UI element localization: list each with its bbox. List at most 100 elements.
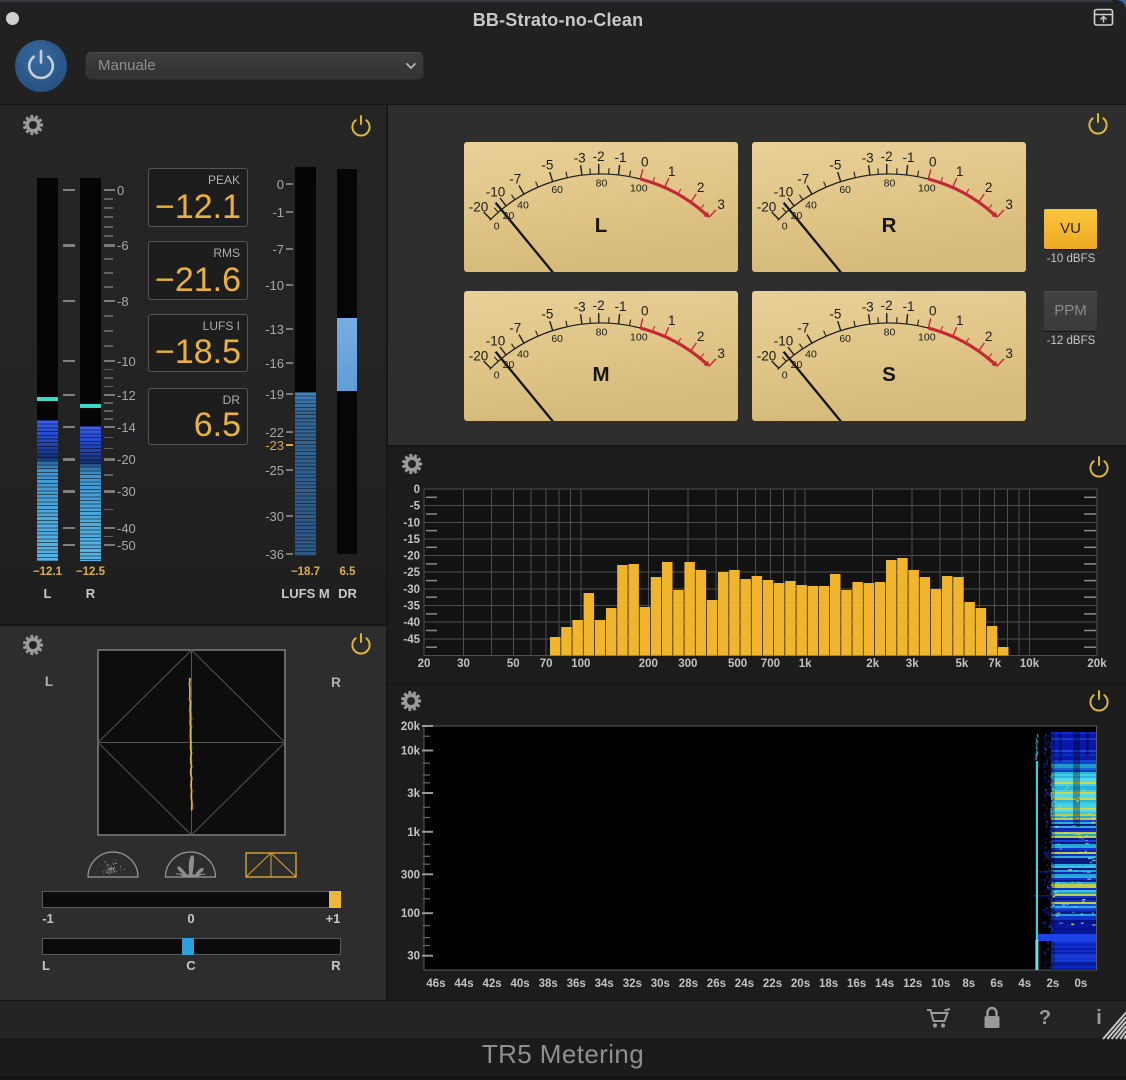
svg-text:16s: 16s (847, 978, 866, 990)
svg-text:-2: -2 (593, 149, 605, 164)
svg-text:-20: -20 (757, 348, 777, 363)
svg-text:100: 100 (918, 331, 936, 343)
svg-text:100: 100 (571, 658, 590, 670)
svg-text:-7: -7 (797, 172, 809, 187)
svg-text:1: 1 (956, 164, 964, 179)
svg-text:60: 60 (551, 184, 563, 196)
svg-text:40: 40 (805, 349, 817, 361)
svg-text:44s: 44s (454, 978, 473, 990)
svg-text:10s: 10s (931, 978, 950, 990)
svg-text:-10: -10 (774, 185, 794, 200)
svg-text:0: 0 (782, 221, 788, 233)
svg-text:-20: -20 (757, 199, 777, 214)
svg-text:3: 3 (1005, 346, 1013, 361)
svg-text:-2: -2 (881, 298, 893, 313)
svg-text:0s: 0s (1075, 978, 1088, 990)
svg-text:-20: -20 (403, 551, 420, 563)
svg-text:100: 100 (918, 182, 936, 194)
svg-text:3: 3 (1005, 197, 1013, 212)
svg-text:300: 300 (678, 658, 697, 670)
svg-text:-1: -1 (614, 150, 626, 165)
svg-text:100: 100 (630, 182, 648, 194)
svg-text:L: L (45, 674, 53, 689)
svg-text:0: 0 (641, 304, 649, 319)
svg-text:-2: -2 (881, 149, 893, 164)
svg-text:28s: 28s (679, 978, 698, 990)
svg-text:3k: 3k (407, 788, 420, 800)
svg-text:-45: -45 (403, 634, 420, 646)
svg-text:36s: 36s (567, 978, 586, 990)
svg-text:-5: -5 (829, 306, 841, 321)
svg-text:500: 500 (728, 658, 747, 670)
svg-text:30: 30 (457, 658, 470, 670)
svg-text:-1: -1 (902, 150, 914, 165)
svg-text:2: 2 (697, 180, 705, 195)
svg-text:R: R (882, 214, 897, 237)
svg-text:-7: -7 (797, 321, 809, 336)
svg-text:6s: 6s (990, 978, 1003, 990)
svg-text:46s: 46s (426, 978, 445, 990)
svg-text:3k: 3k (906, 658, 919, 670)
svg-text:80: 80 (884, 327, 896, 339)
svg-text:70: 70 (540, 658, 553, 670)
svg-text:-25: -25 (403, 567, 420, 579)
svg-text:32s: 32s (623, 978, 642, 990)
svg-text:2: 2 (985, 329, 993, 344)
svg-text:20k: 20k (401, 721, 421, 733)
svg-text:60: 60 (551, 333, 563, 345)
svg-text:0: 0 (929, 155, 937, 170)
svg-text:26s: 26s (707, 978, 726, 990)
svg-text:12s: 12s (903, 978, 922, 990)
svg-text:0: 0 (494, 221, 500, 233)
svg-text:R: R (331, 675, 341, 690)
svg-text:-10: -10 (774, 334, 794, 349)
svg-text:10k: 10k (401, 746, 421, 758)
svg-text:40: 40 (517, 200, 529, 212)
svg-text:-5: -5 (410, 501, 421, 513)
svg-text:-10: -10 (486, 185, 506, 200)
svg-text:2k: 2k (866, 658, 879, 670)
svg-text:-1: -1 (614, 299, 626, 314)
svg-text:30s: 30s (651, 978, 670, 990)
svg-text:80: 80 (596, 327, 608, 339)
svg-text:-3: -3 (574, 299, 586, 314)
svg-text:1: 1 (668, 164, 676, 179)
svg-text:10k: 10k (1020, 658, 1040, 670)
svg-text:-40: -40 (403, 617, 420, 629)
svg-text:0: 0 (494, 370, 500, 382)
svg-text:1: 1 (668, 313, 676, 328)
svg-text:L: L (595, 214, 608, 237)
svg-text:-10: -10 (486, 334, 506, 349)
svg-text:40: 40 (517, 349, 529, 361)
svg-text:-2: -2 (593, 298, 605, 313)
svg-text:20s: 20s (791, 978, 810, 990)
svg-text:-30: -30 (403, 584, 420, 596)
svg-text:-10: -10 (403, 517, 420, 529)
svg-text:2: 2 (697, 329, 705, 344)
svg-text:100: 100 (401, 908, 420, 920)
svg-text:-20: -20 (469, 348, 489, 363)
svg-text:50: 50 (507, 658, 520, 670)
svg-text:40: 40 (805, 200, 817, 212)
svg-text:-3: -3 (862, 299, 874, 314)
svg-text:3: 3 (717, 197, 725, 212)
svg-text:-3: -3 (574, 150, 586, 165)
svg-text:0: 0 (782, 370, 788, 382)
svg-text:1k: 1k (799, 658, 812, 670)
svg-text:60: 60 (839, 184, 851, 196)
svg-text:5k: 5k (956, 658, 969, 670)
svg-text:1: 1 (956, 313, 964, 328)
svg-text:3: 3 (717, 346, 725, 361)
svg-text:100: 100 (630, 331, 648, 343)
svg-text:30: 30 (407, 951, 420, 963)
svg-text:7k: 7k (988, 658, 1001, 670)
svg-text:-15: -15 (403, 534, 420, 546)
svg-text:0: 0 (929, 304, 937, 319)
svg-text:700: 700 (761, 658, 780, 670)
svg-text:18s: 18s (819, 978, 838, 990)
svg-text:2s: 2s (1047, 978, 1060, 990)
svg-text:20k: 20k (1087, 658, 1107, 670)
svg-text:-7: -7 (509, 172, 521, 187)
svg-text:38s: 38s (539, 978, 558, 990)
svg-text:4s: 4s (1018, 978, 1031, 990)
